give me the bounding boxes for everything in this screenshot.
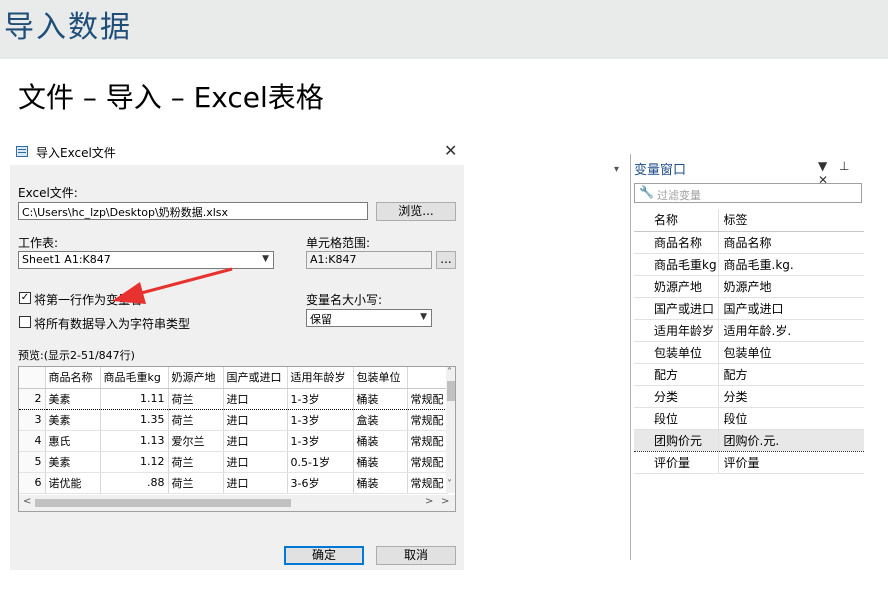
first-row-names-checkbox[interactable]: ✓ <box>19 292 31 304</box>
slide-title-bar <box>0 0 888 59</box>
close-icon[interactable]: ✕ <box>444 141 457 160</box>
import-excel-dialog: 导入Excel文件 ✕ Excel文件: C:\Users\hc_lzp\Des… <box>10 139 464 570</box>
page-title: 导入数据 <box>4 10 132 45</box>
case-select[interactable]: 保留 ▼ <box>306 309 432 327</box>
horizontal-scrollbar[interactable]: < > > <box>19 495 455 511</box>
list-item[interactable]: 商品名称 商品名称 <box>634 231 864 254</box>
list-item[interactable]: 适用年龄岁 适用年龄.岁. <box>634 319 864 342</box>
chevron-up-icon[interactable]: ˄ <box>447 367 452 378</box>
list-item[interactable]: 分类 分类 <box>634 385 864 408</box>
case-value: 保留 <box>310 313 332 326</box>
cell-range-label: 单元格范围: <box>306 236 371 250</box>
chevron-left-icon[interactable]: < <box>23 496 31 507</box>
table-row[interactable]: 6 诺优能 .88 荷兰 进口 3-6岁 桶装 常规配 <box>19 472 448 494</box>
browse-button[interactable]: 浏览... <box>376 202 456 221</box>
range-picker-button[interactable]: ... <box>436 251 456 269</box>
table-row[interactable]: 4 惠氏 1.13 爱尔兰 进口 1-3岁 桶装 常规配 <box>19 430 448 452</box>
vertical-scrollbar[interactable]: ˄ ˅ <box>446 367 455 493</box>
chevron-down-icon: ▼ <box>420 312 427 322</box>
import-as-string-checkbox[interactable] <box>19 316 31 328</box>
cell-range-field[interactable]: A1:K847 <box>306 251 432 269</box>
label-column-header[interactable]: 标签 <box>717 209 864 232</box>
case-label: 变量名大小写: <box>306 293 383 307</box>
first-row-names-label: 将第一行作为变量名 <box>34 293 143 307</box>
excel-file-label: Excel文件: <box>18 186 78 200</box>
list-item[interactable]: 团购价元 团购价.元. <box>634 428 864 452</box>
table-row[interactable]: 2 美素 1.11 荷兰 进口 1-3岁 桶装 常规配 <box>19 387 448 410</box>
slide-subtitle: 文件 – 导入 – Excel表格 <box>18 81 324 114</box>
chevron-down-icon[interactable]: ˅ <box>447 479 452 490</box>
column-header[interactable]: 包装单位 <box>353 367 408 389</box>
list-item[interactable]: 国产或进口 国产或进口 <box>634 297 864 320</box>
chevron-right-icon[interactable]: > <box>425 496 433 507</box>
row-number-header <box>19 367 46 389</box>
worksheet-label: 工作表: <box>18 236 59 250</box>
import-as-string-label: 将所有数据导入为字符串类型 <box>34 317 191 331</box>
cancel-button[interactable]: 取消 <box>376 546 456 565</box>
worksheet-value: Sheet1 A1:K847 <box>22 253 111 266</box>
vertical-scroll-thumb[interactable] <box>447 381 455 401</box>
column-header[interactable]: 商品名称 <box>45 367 101 389</box>
preview-grid: 商品名称 商品毛重kg 奶源产地 国产或进口 适用年龄岁 包装单位 2 美素 1… <box>18 366 456 512</box>
column-header[interactable]: 奶源产地 <box>168 367 224 389</box>
worksheet-select[interactable]: Sheet1 A1:K847 ▼ <box>18 251 274 269</box>
panel-splitter[interactable] <box>630 154 631 560</box>
table-row[interactable]: 3 美素 1.35 荷兰 进口 1-3岁 盒装 常规配 <box>19 409 448 431</box>
column-header[interactable] <box>407 367 448 389</box>
list-item[interactable]: 奶源产地 奶源产地 <box>634 275 864 298</box>
window-icon <box>16 146 28 157</box>
list-item[interactable]: 评价量 评价量 <box>634 451 864 474</box>
preview-label: 预览:(显示2-51/847行) <box>18 349 135 362</box>
dialog-title: 导入Excel文件 <box>36 146 116 160</box>
wrench-icon: 🔧 <box>639 185 654 199</box>
dialog-title-bar: 导入Excel文件 ✕ <box>10 139 464 165</box>
list-item[interactable]: 配方 配方 <box>634 363 864 386</box>
edge-marker: ▾ <box>614 164 620 175</box>
table-row[interactable]: 5 美素 1.12 荷兰 进口 0.5-1岁 桶装 常规配 <box>19 451 448 473</box>
name-column-header[interactable]: 名称 <box>634 209 718 232</box>
filter-placeholder: 过滤变量 <box>657 189 701 202</box>
horizontal-scroll-thumb[interactable] <box>35 499 291 507</box>
filter-variable-input[interactable]: 🔧 过滤变量 <box>634 183 862 203</box>
list-item[interactable]: 段位 段位 <box>634 407 864 430</box>
column-header[interactable]: 国产或进口 <box>223 367 288 389</box>
variable-window: ▾ 变量窗口 ▼ ⊥ ✕ 🔧 过滤变量 名称 标签 商品名称 商品名称 商品毛重k… <box>614 152 866 562</box>
variable-list: 名称 标签 商品名称 商品名称 商品毛重kg 商品毛重.kg. 奶源产地 奶源产地 国… <box>634 209 864 474</box>
variable-window-title: 变量窗口 <box>634 163 687 178</box>
column-header[interactable]: 适用年龄岁 <box>287 367 354 389</box>
excel-file-path-field[interactable]: C:\Users\hc_lzp\Desktop\奶粉数据.xlsx <box>18 202 368 220</box>
list-item[interactable]: 商品毛重kg 商品毛重.kg. <box>634 253 864 276</box>
chevron-right-icon[interactable]: > <box>441 496 449 507</box>
chevron-down-icon: ▼ <box>262 254 269 264</box>
column-header[interactable]: 商品毛重kg <box>100 367 169 389</box>
ok-button[interactable]: 确定 <box>284 546 364 565</box>
list-item[interactable]: 包装单位 包装单位 <box>634 341 864 364</box>
